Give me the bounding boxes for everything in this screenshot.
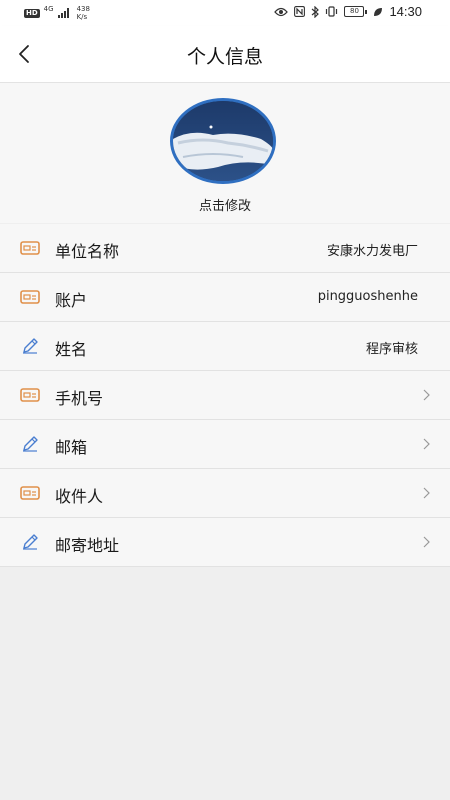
- row-phone[interactable]: 手机号: [0, 371, 450, 420]
- status-bar: HD 4G 438 K/s 80 14:30: [0, 0, 450, 26]
- pencil-icon: [23, 534, 38, 550]
- chevron-right-icon: [423, 487, 430, 499]
- row-value: 安康水力发电厂: [326, 244, 418, 259]
- row-label: 姓名: [55, 340, 88, 359]
- row-name[interactable]: 姓名 程序审核: [0, 322, 450, 371]
- chevron-right-icon: [423, 438, 430, 450]
- info-list: 单位名称 安康水力发电厂 账户 pingguoshenhe 姓名 程序审核 手机…: [0, 224, 450, 567]
- hd-badge: HD: [24, 8, 40, 18]
- id-card-icon: [20, 486, 40, 500]
- page-title: 个人信息: [186, 46, 263, 68]
- row-account[interactable]: 账户 pingguoshenhe: [0, 273, 450, 322]
- navigation-bar: 个人信息: [0, 26, 450, 83]
- id-card-icon: [20, 241, 40, 255]
- row-label: 手机号: [55, 389, 104, 408]
- avatar-section: 点击修改: [0, 83, 450, 223]
- row-unit-name[interactable]: 单位名称 安康水力发电厂: [0, 224, 450, 273]
- nfc-icon: [294, 6, 306, 17]
- row-label: 邮寄地址: [55, 536, 120, 555]
- chevron-right-icon: [423, 536, 430, 548]
- row-value: 程序审核: [365, 342, 418, 357]
- battery-icon: 80: [344, 6, 368, 17]
- row-label: 单位名称: [55, 242, 120, 261]
- pencil-icon: [23, 436, 38, 452]
- row-label: 收件人: [55, 487, 104, 506]
- empty-background: [0, 568, 450, 800]
- avatar-image: [173, 101, 273, 181]
- leaf-icon: [374, 7, 383, 16]
- pencil-icon: [23, 338, 38, 354]
- row-label: 账户: [55, 291, 88, 310]
- row-mailing-address[interactable]: 邮寄地址: [0, 518, 450, 567]
- id-card-icon: [20, 290, 40, 304]
- clock: 14:30: [389, 4, 422, 19]
- row-email[interactable]: 邮箱: [0, 420, 450, 469]
- network-speed-unit: K/s: [76, 13, 88, 21]
- network-type: 4G: [43, 5, 54, 13]
- battery-level: 80: [344, 6, 365, 17]
- bluetooth-icon: [312, 5, 320, 18]
- avatar[interactable]: [170, 98, 276, 184]
- id-card-icon: [20, 388, 40, 402]
- row-label: 邮箱: [55, 438, 88, 457]
- status-right: 80 14:30: [274, 4, 422, 19]
- avatar-edit-hint[interactable]: 点击修改: [0, 195, 450, 214]
- eye-icon: [274, 7, 289, 16]
- row-value: pingguoshenhe: [317, 289, 418, 304]
- vibrate-icon: [326, 6, 338, 17]
- row-recipient[interactable]: 收件人: [0, 469, 450, 518]
- signal-icon: [57, 8, 69, 18]
- network-speed-value: 438: [76, 5, 90, 13]
- network-speed: 438 K/s: [77, 5, 90, 21]
- chevron-right-icon: [423, 389, 430, 401]
- status-left: HD 4G 438 K/s: [24, 5, 90, 21]
